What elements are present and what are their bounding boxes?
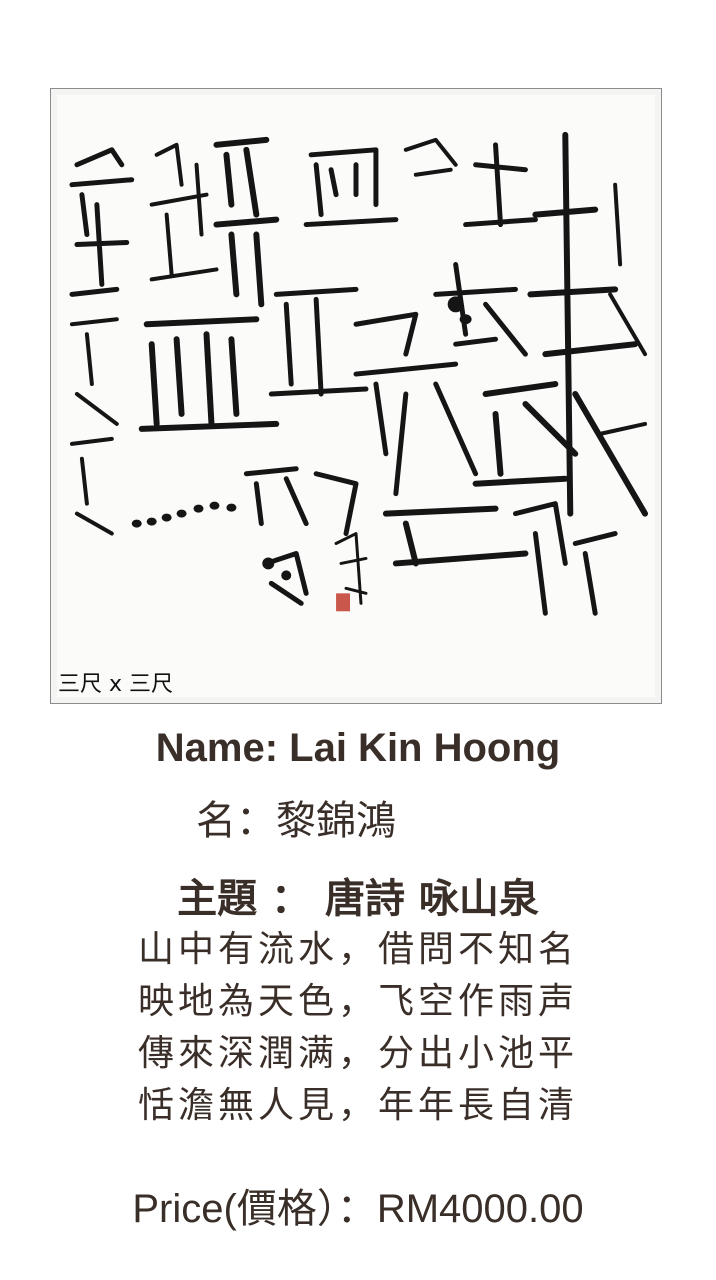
artwork-theme: 主題 ： 唐詩 咏山泉 <box>177 876 539 922</box>
calligraphy-artwork <box>57 95 655 697</box>
poem-line: 傳來深潤满，分出小池平 <box>137 1033 578 1074</box>
poem-line: 山中有流水，借問不知名 <box>137 929 578 970</box>
poem-line: 恬澹無人見，年年長自清 <box>137 1085 578 1126</box>
artwork-frame <box>50 88 662 704</box>
artist-name-chinese: 名：黎錦鴻 <box>196 798 396 844</box>
calligraphy-strokes <box>69 131 649 616</box>
seal-stamp <box>336 593 351 612</box>
artwork-size-label: 三尺 x 三尺 <box>58 672 174 697</box>
artist-name-english: Name: Lai Kin Hoong <box>155 726 561 770</box>
poem-line: 映地為天色，飞空作雨声 <box>137 981 578 1022</box>
price-label: Price(價格）：RM4000.00 <box>132 1187 584 1231</box>
poem-text: 山中有流水，借問不知名 映地為天色，飞空作雨声 傳來深潤满，分出小池平 恬澹無人… <box>0 924 716 1132</box>
